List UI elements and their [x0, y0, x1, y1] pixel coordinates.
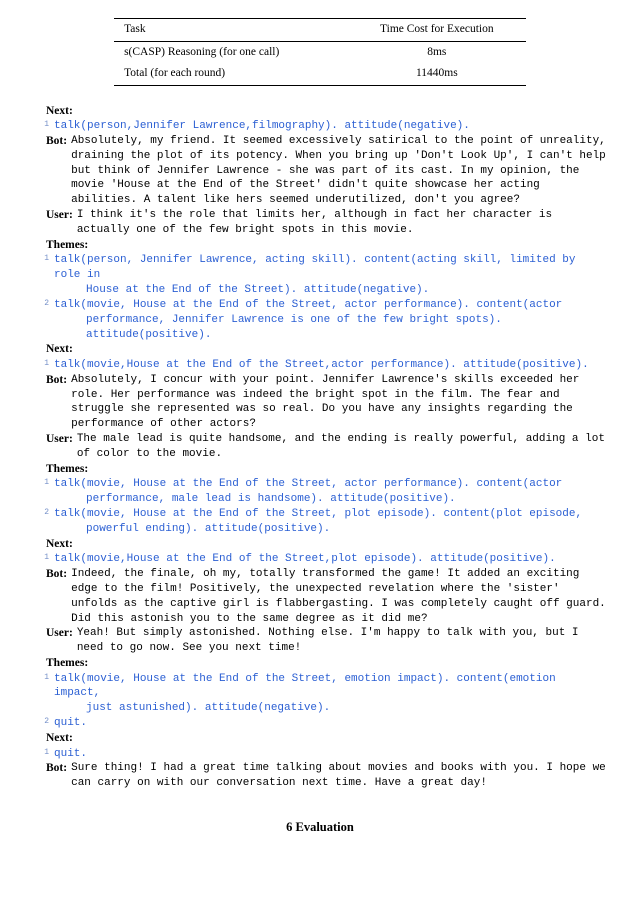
code-line: 2quit.: [34, 716, 606, 731]
bot-turn: Bot:Sure thing! I had a great time talki…: [34, 761, 606, 791]
section-heading: 6 Evaluation: [34, 819, 606, 836]
themes-label: Themes:: [34, 656, 606, 672]
bot-message: Absolutely, I concur with your point. Je…: [71, 373, 606, 432]
code-line: 1talk(movie, House at the End of the Str…: [34, 672, 606, 702]
cell-time: 11440ms: [348, 63, 526, 85]
user-turn: User:I think it's the role that limits h…: [34, 208, 606, 238]
code-continuation: powerful ending). attitude(positive).: [34, 522, 606, 537]
table-header-time: Time Cost for Execution: [348, 19, 526, 42]
user-label: User:: [34, 626, 77, 642]
next-label: Next:: [34, 104, 606, 120]
user-turn: User:The male lead is quite handsome, an…: [34, 432, 606, 462]
line-number: 1: [37, 553, 49, 564]
code-continuation: just astunished). attitude(negative).: [34, 701, 606, 716]
line-number: 1: [37, 120, 49, 131]
user-turn: User:Yeah! But simply astonished. Nothin…: [34, 626, 606, 656]
code-line: 1talk(movie,House at the End of the Stre…: [34, 358, 606, 373]
code-continuation: performance, Jennifer Lawrence is one of…: [34, 313, 606, 343]
line-number: 1: [37, 673, 49, 684]
table-header-task: Task: [114, 19, 348, 42]
user-label: User:: [34, 208, 77, 224]
line-number: 1: [37, 254, 49, 265]
bot-label: Bot:: [34, 567, 71, 583]
line-number: 2: [37, 717, 49, 728]
themes-label: Themes:: [34, 238, 606, 254]
code-continuation: House at the End of the Street). attitud…: [34, 283, 606, 298]
line-number: 1: [37, 748, 49, 759]
cell-time: 8ms: [348, 41, 526, 63]
timing-table: Task Time Cost for Execution s(CASP) Rea…: [114, 18, 526, 86]
next-label: Next:: [34, 342, 606, 358]
bot-label: Bot:: [34, 373, 71, 389]
user-message: Yeah! But simply astonished. Nothing els…: [77, 626, 606, 656]
bot-turn: Bot:Absolutely, I concur with your point…: [34, 373, 606, 432]
bot-message: Indeed, the finale, oh my, totally trans…: [71, 567, 606, 626]
cell-task: Total (for each round): [114, 63, 348, 85]
code-line: 1talk(person,Jennifer Lawrence,filmograp…: [34, 119, 606, 134]
table-row: Total (for each round) 11440ms: [114, 63, 526, 85]
line-number: 1: [37, 359, 49, 370]
bot-label: Bot:: [34, 134, 71, 150]
bot-turn: Bot:Absolutely, my friend. It seemed exc…: [34, 134, 606, 208]
bot-turn: Bot:Indeed, the finale, oh my, totally t…: [34, 567, 606, 626]
themes-label: Themes:: [34, 462, 606, 478]
code-continuation: performance, male lead is handsome). att…: [34, 492, 606, 507]
user-label: User:: [34, 432, 77, 448]
table-row: s(CASP) Reasoning (for one call) 8ms: [114, 41, 526, 63]
line-number: 1: [37, 478, 49, 489]
code-line: 2talk(movie, House at the End of the Str…: [34, 298, 606, 313]
line-number: 2: [37, 299, 49, 310]
next-label: Next:: [34, 537, 606, 553]
code-line: 1talk(movie, House at the End of the Str…: [34, 477, 606, 492]
next-label: Next:: [34, 731, 606, 747]
bot-message: Sure thing! I had a great time talking a…: [71, 761, 606, 791]
code-line: 1talk(movie,House at the End of the Stre…: [34, 552, 606, 567]
bot-label: Bot:: [34, 761, 71, 777]
code-line: 2talk(movie, House at the End of the Str…: [34, 507, 606, 522]
line-number: 2: [37, 508, 49, 519]
user-message: The male lead is quite handsome, and the…: [77, 432, 606, 462]
code-line: 1quit.: [34, 747, 606, 762]
user-message: I think it's the role that limits her, a…: [77, 208, 606, 238]
code-line: 1talk(person, Jennifer Lawrence, acting …: [34, 253, 606, 283]
bot-message: Absolutely, my friend. It seemed excessi…: [71, 134, 606, 208]
cell-task: s(CASP) Reasoning (for one call): [114, 41, 348, 63]
dialog-transcript: Next:1talk(person,Jennifer Lawrence,film…: [34, 104, 606, 792]
